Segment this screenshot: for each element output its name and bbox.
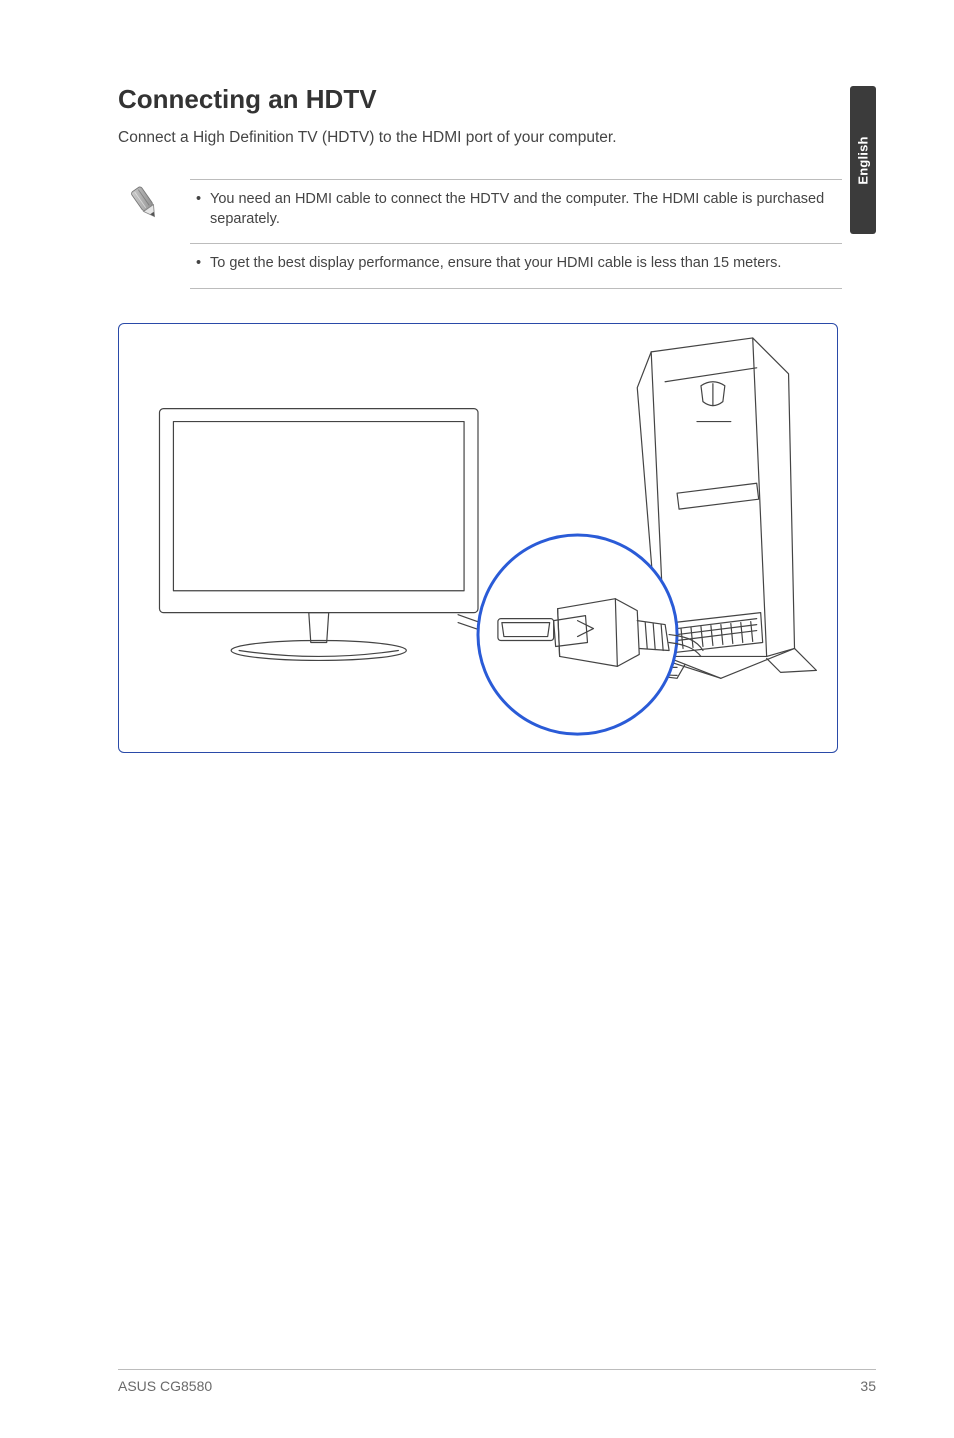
page-footer: ASUS CG8580 35 (118, 1369, 876, 1394)
intro-text: Connect a High Definition TV (HDTV) to t… (118, 129, 876, 147)
pencil-note-icon (122, 179, 168, 225)
language-tab-label: English (856, 136, 871, 184)
footer-model: ASUS CG8580 (118, 1378, 212, 1394)
page-heading: Connecting an HDTV (118, 84, 876, 115)
note-block: You need an HDMI cable to connect the HD… (122, 179, 842, 289)
connection-diagram (118, 323, 838, 753)
note-list: You need an HDMI cable to connect the HD… (190, 179, 842, 289)
note-item: You need an HDMI cable to connect the HD… (190, 180, 842, 243)
footer-page-number: 35 (860, 1378, 876, 1394)
language-tab: English (850, 86, 876, 234)
note-item: To get the best display performance, ens… (190, 243, 842, 288)
